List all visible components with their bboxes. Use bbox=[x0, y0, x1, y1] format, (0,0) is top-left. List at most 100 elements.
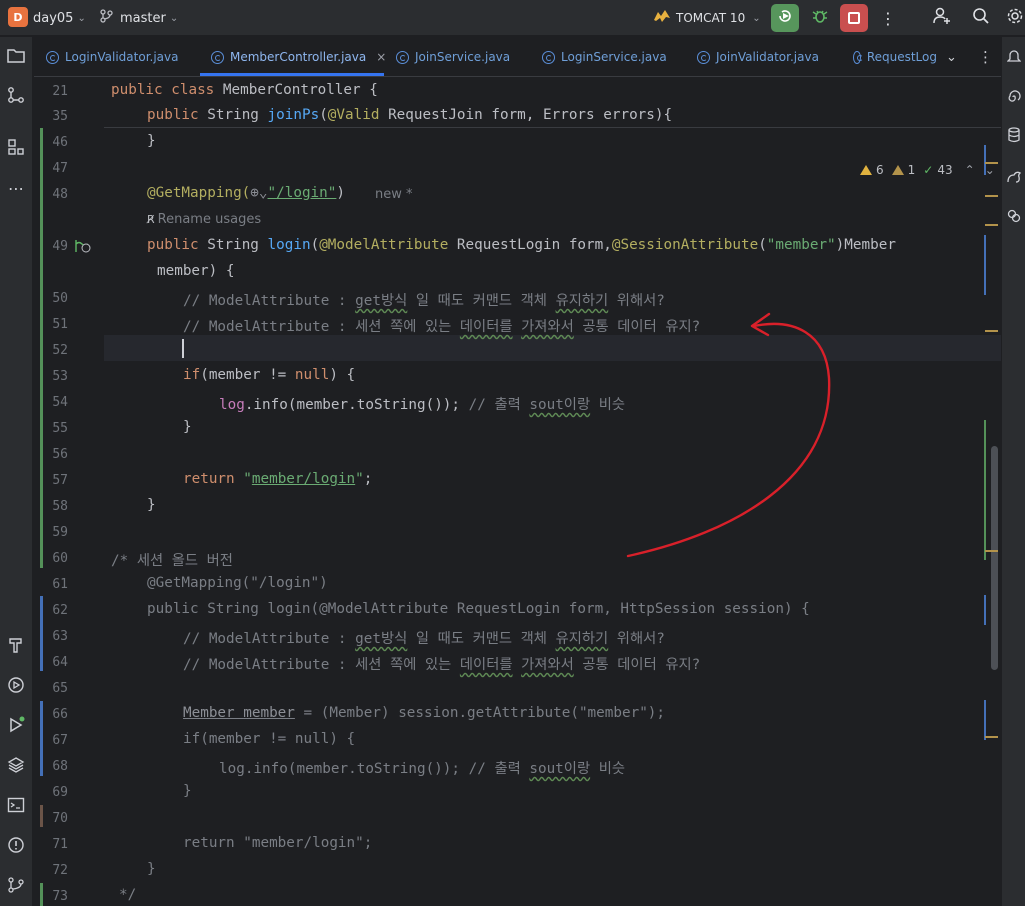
rerun-button[interactable] bbox=[771, 4, 799, 32]
run-tool-button[interactable] bbox=[3, 714, 29, 740]
database-icon bbox=[1007, 127, 1021, 147]
hammer-icon bbox=[7, 636, 25, 658]
folder-icon bbox=[7, 48, 25, 68]
tabs-more-button[interactable]: ⋮ bbox=[978, 37, 993, 77]
build-tool-button[interactable] bbox=[3, 634, 29, 660]
warning-stripe-mark[interactable] bbox=[985, 550, 998, 552]
project-name: day05 bbox=[33, 10, 74, 26]
tab-request-login[interactable]: RequestLog bbox=[853, 37, 937, 77]
problems-icon bbox=[7, 836, 25, 858]
java-class-icon bbox=[853, 50, 863, 64]
tabs-overflow-button[interactable]: ⌄ bbox=[946, 37, 957, 77]
tomcat-icon bbox=[652, 8, 672, 28]
project-selector[interactable]: day05 ⌄ bbox=[33, 0, 86, 36]
java-class-icon bbox=[396, 50, 409, 64]
layers-icon bbox=[7, 756, 25, 778]
gradle-tool-button[interactable] bbox=[1003, 167, 1025, 189]
bell-icon bbox=[1006, 48, 1022, 68]
tab-label: JoinValidator.java bbox=[716, 50, 819, 64]
project-tool-button[interactable] bbox=[3, 45, 29, 71]
search-icon bbox=[972, 7, 990, 29]
warning-stripe-mark[interactable] bbox=[985, 162, 998, 164]
database-tool-button[interactable] bbox=[1003, 126, 1025, 148]
collab-button[interactable] bbox=[928, 4, 956, 32]
right-tool-window-bar bbox=[1001, 37, 1025, 906]
tab-label: LoginValidator.java bbox=[65, 50, 179, 64]
services-icon bbox=[7, 676, 25, 698]
debug-icon bbox=[811, 7, 829, 29]
structure-tool-button[interactable] bbox=[3, 136, 29, 162]
stop-button[interactable] bbox=[840, 4, 868, 32]
git-icon bbox=[7, 876, 25, 898]
close-icon[interactable]: × bbox=[376, 50, 386, 64]
left-tool-window-bar: ⋯ bbox=[0, 37, 33, 906]
terminal-tool-button[interactable] bbox=[3, 794, 29, 820]
commit-icon bbox=[7, 86, 25, 108]
tab-member-controller[interactable]: MemberController.java × bbox=[211, 37, 386, 77]
tab-label: RequestLog bbox=[866, 50, 937, 64]
run-config-label: TOMCAT 10 bbox=[676, 11, 746, 25]
java-class-icon bbox=[46, 50, 59, 64]
problems-tool-button[interactable] bbox=[3, 834, 29, 860]
chevron-down-icon: ⌄ bbox=[946, 49, 957, 65]
run-icon bbox=[7, 716, 25, 738]
gradle-icon bbox=[1006, 169, 1022, 188]
git-tool-button[interactable] bbox=[3, 874, 29, 900]
chevron-down-icon: ⌄ bbox=[169, 12, 179, 24]
error-stripe-mark bbox=[984, 700, 986, 740]
terminal-icon bbox=[7, 796, 25, 818]
settings-button[interactable] bbox=[1006, 4, 1025, 32]
warning-stripe-mark[interactable] bbox=[985, 330, 998, 332]
project-badge[interactable]: D bbox=[8, 7, 28, 27]
scrollbar-thumb[interactable] bbox=[991, 446, 998, 670]
error-stripe-mark bbox=[984, 595, 986, 625]
rerun-icon bbox=[776, 7, 794, 29]
settings-icon bbox=[1006, 7, 1024, 29]
search-button[interactable] bbox=[967, 4, 995, 32]
warning-stripe-mark[interactable] bbox=[985, 224, 998, 226]
code-editor[interactable]: 21 35 46 47 48 49 50 51 52 53 54 55 56 5… bbox=[34, 78, 1001, 906]
notifications-tool-button[interactable] bbox=[1003, 47, 1025, 69]
run-config-selector[interactable]: TOMCAT 10 ⌄ bbox=[652, 0, 761, 36]
more-horizontal-icon: ⋯ bbox=[8, 178, 24, 198]
chevron-down-icon: ⌄ bbox=[77, 12, 86, 24]
tab-label: MemberController.java bbox=[230, 50, 367, 64]
ai-tool-button[interactable] bbox=[1003, 87, 1025, 109]
debug-button[interactable] bbox=[806, 4, 834, 32]
more-tools-button[interactable]: ⋯ bbox=[3, 175, 29, 201]
java-class-icon bbox=[697, 50, 710, 64]
layers-tool-button[interactable] bbox=[3, 754, 29, 780]
stop-icon bbox=[848, 12, 860, 24]
add-user-icon bbox=[932, 6, 952, 30]
spiral-icon bbox=[1007, 89, 1021, 108]
copilot-icon bbox=[1007, 208, 1021, 227]
error-stripe-mark bbox=[984, 235, 986, 295]
tab-login-validator[interactable]: LoginValidator.java bbox=[46, 37, 178, 77]
java-class-icon bbox=[211, 50, 224, 64]
more-actions-button[interactable]: ⋮ bbox=[874, 4, 902, 32]
error-stripe-mark bbox=[984, 145, 986, 175]
tab-label: JoinService.java bbox=[415, 50, 511, 64]
warning-stripe-mark[interactable] bbox=[985, 195, 998, 197]
branch-name: master bbox=[120, 10, 166, 26]
branch-icon bbox=[100, 9, 113, 27]
commit-tool-button[interactable] bbox=[3, 84, 29, 110]
more-vertical-icon: ⋮ bbox=[978, 48, 993, 66]
more-vertical-icon: ⋮ bbox=[880, 8, 896, 28]
structure-icon bbox=[7, 138, 25, 160]
branch-selector[interactable]: master ⌄ bbox=[100, 0, 178, 36]
title-bar: D day05 ⌄ master ⌄ TOMCAT 10 ⌄ ⋮ bbox=[0, 0, 1025, 36]
tab-label: LoginService.java bbox=[561, 50, 667, 64]
annotation-arrow bbox=[626, 312, 831, 558]
tab-login-service[interactable]: LoginService.java bbox=[542, 37, 667, 77]
services-tool-button[interactable] bbox=[3, 674, 29, 700]
active-tab-indicator bbox=[200, 73, 384, 76]
chevron-down-icon: ⌄ bbox=[752, 12, 761, 24]
warning-stripe-mark[interactable] bbox=[985, 736, 998, 738]
tab-join-validator[interactable]: JoinValidator.java bbox=[697, 37, 819, 77]
error-stripe-mark bbox=[984, 420, 986, 560]
tab-join-service[interactable]: JoinService.java bbox=[396, 37, 510, 77]
java-class-icon bbox=[542, 50, 555, 64]
copilot-tool-button[interactable] bbox=[1003, 206, 1025, 228]
editor-tabs: LoginValidator.java MemberController.jav… bbox=[34, 37, 1001, 77]
